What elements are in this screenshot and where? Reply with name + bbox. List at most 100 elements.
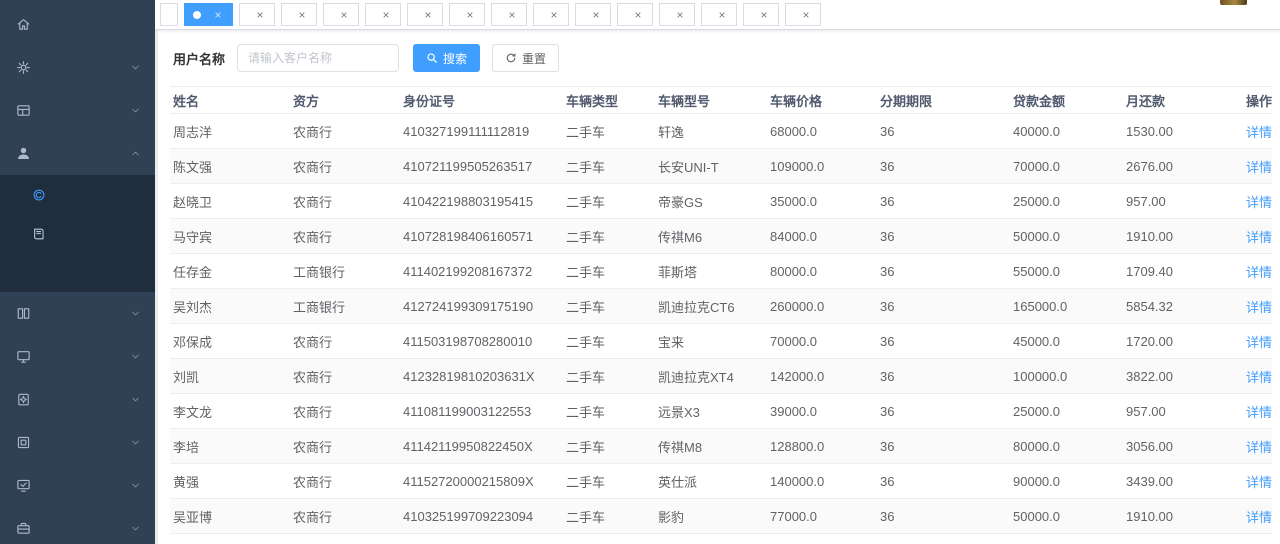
tab-close-icon[interactable]: × [254,9,266,21]
detail-link[interactable]: 详情 [1246,370,1272,385]
tab-company-bankcard[interactable]: × [407,3,443,26]
sidebar-item-office[interactable] [0,421,155,464]
sidebar-item-postloan[interactable] [0,292,155,335]
tab-close-icon[interactable]: × [548,9,560,21]
tab-close-icon[interactable]: × [800,9,812,21]
sidebar-item-home[interactable] [0,3,155,46]
table-row: 陈文强农商行410721199505263517二手车长安UNI-T109000… [170,149,1272,184]
avatar-partial [1220,0,1247,5]
cell-actions: 详情 [1243,507,1272,526]
tab-close-icon[interactable]: × [212,9,224,21]
chevron-down-icon [130,105,141,116]
sidebar-item-overdue-info[interactable] [0,253,155,292]
search-button[interactable]: 搜索 [413,44,480,72]
tab-postloan-collection-records[interactable]: × [323,3,359,26]
tab-sign-tasks[interactable]: × [701,3,737,26]
tab-close-icon[interactable]: × [296,9,308,21]
table-row: 马守宾农商行410728198406160571二手车传祺M684000.036… [170,219,1272,254]
detail-link[interactable]: 详情 [1246,230,1272,245]
detail-link[interactable]: 详情 [1246,405,1272,420]
cell-vehicle-price: 68000.0 [767,124,877,139]
sidebar-item-sys-tools[interactable] [0,507,155,544]
tab-done-tasks[interactable]: × [743,3,779,26]
cell-actions: 详情 [1243,437,1272,456]
cell-funder: 农商行 [290,157,400,176]
cell-vehicle-model: 长安UNI-T [655,157,767,176]
tab-my-process[interactable]: × [659,3,695,26]
office-icon [16,435,31,450]
cell-id-number: 411081199003122553 [400,404,563,419]
sidebar-item-business[interactable] [0,89,155,132]
cell-name: 邓保成 [170,332,290,351]
detail-link[interactable]: 详情 [1246,335,1272,350]
cell-monthly-payment: 2676.00 [1123,159,1243,174]
detail-link[interactable]: 详情 [1246,195,1272,210]
tab-close-icon[interactable]: × [716,9,728,21]
cell-term: 36 [877,299,1010,314]
detail-link[interactable]: 详情 [1246,440,1272,455]
tab-all-customers[interactable]: × [184,3,233,26]
tab-customer-bankcard[interactable]: × [449,3,485,26]
detail-link[interactable]: 详情 [1246,160,1272,175]
table-row: 赵晓卫农商行410422198803195415二手车帝豪GS35000.036… [170,184,1272,219]
detail-link[interactable]: 详情 [1246,510,1272,525]
cell-loan-amount: 50000.0 [1010,229,1123,244]
sidebar-item-sys-monitor[interactable] [0,464,155,507]
sidebar-item-all-customers[interactable] [0,175,155,214]
cell-monthly-payment: 1910.00 [1123,229,1243,244]
cell-vehicle-model: 传祺M6 [655,227,767,246]
table-row: 邓保成农商行411503198708280010二手车宝来70000.03645… [170,324,1272,359]
reset-button[interactable]: 重置 [492,44,559,72]
sidebar-item-my-overdue[interactable] [0,214,155,253]
tab-close-icon[interactable]: × [674,9,686,21]
tab-cc-tasks[interactable]: × [785,3,821,26]
cell-monthly-payment: 3439.00 [1123,474,1243,489]
customer-name-input[interactable] [237,44,399,72]
tab-collection-plan[interactable]: × [365,3,401,26]
chevron-down-icon [130,394,141,405]
cell-term: 36 [877,194,1010,209]
chevron-down-icon [130,523,141,534]
active-tab-dot [193,11,201,19]
sidebar-item-reports[interactable] [0,335,155,378]
cell-loan-amount: 100000.0 [1010,369,1123,384]
tab-close-icon[interactable]: × [590,9,602,21]
column-header: 贷款金额 [1010,91,1123,110]
cell-term: 36 [877,439,1010,454]
tab-close-icon[interactable]: × [380,9,392,21]
cell-monthly-payment: 1530.00 [1123,124,1243,139]
cell-vehicle-model: 轩逸 [655,122,767,141]
tab-customer-gps[interactable]: × [575,3,611,26]
tab-close-icon[interactable]: × [422,9,434,21]
cell-funder: 农商行 [290,507,400,526]
detail-link[interactable]: 详情 [1246,265,1272,280]
chevron-down-icon [130,308,141,319]
detail-link[interactable]: 详情 [1246,300,1272,315]
tab-emergency-contacts[interactable]: × [533,3,569,26]
cell-term: 36 [877,159,1010,174]
cell-vehicle-type: 二手车 [563,507,655,526]
cell-actions: 详情 [1243,402,1272,421]
tab-home[interactable] [160,3,178,26]
cell-vehicle-type: 二手车 [563,192,655,211]
detail-link[interactable]: 详情 [1246,125,1272,140]
detail-link[interactable]: 详情 [1246,475,1272,490]
sidebar-item-customer[interactable] [0,132,155,175]
tab-close-icon[interactable]: × [758,9,770,21]
cell-actions: 详情 [1243,472,1272,491]
tab-close-icon[interactable]: × [338,9,350,21]
sidebar-item-system[interactable] [0,46,155,89]
cell-vehicle-model: 凯迪拉克CT6 [655,297,767,316]
tab-close-icon[interactable]: × [464,9,476,21]
tab-close-icon[interactable]: × [632,9,644,21]
cell-loan-amount: 25000.0 [1010,194,1123,209]
tab-order-detail[interactable]: × [281,3,317,26]
tab-overdue-info[interactable]: × [239,3,275,26]
cell-id-number: 410721199505263517 [400,159,563,174]
cell-vehicle-price: 70000.0 [767,334,877,349]
tab-visit-records[interactable]: × [491,3,527,26]
sidebar-item-process[interactable] [0,378,155,421]
tab-my-todo[interactable]: × [617,3,653,26]
cell-funder: 农商行 [290,472,400,491]
tab-close-icon[interactable]: × [506,9,518,21]
